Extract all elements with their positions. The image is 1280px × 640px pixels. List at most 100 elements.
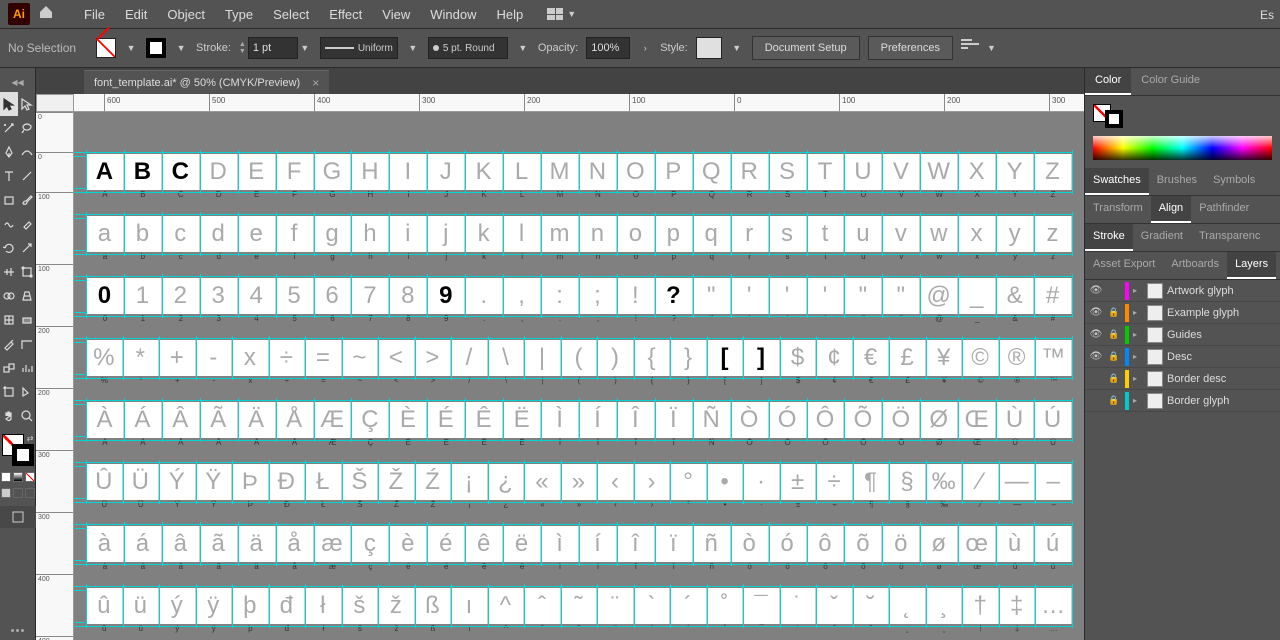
- workspace-switcher[interactable]: Es: [1254, 4, 1280, 26]
- tab-color[interactable]: Color: [1085, 68, 1131, 95]
- layer-row[interactable]: 👁🔒▸Desc: [1085, 346, 1280, 368]
- glyph-cell[interactable]: p: [655, 216, 693, 252]
- glyph-cell[interactable]: ?: [655, 278, 693, 314]
- align-to-icon[interactable]: [961, 39, 979, 57]
- glyph-cell[interactable]: b: [124, 216, 162, 252]
- glyph-cell[interactable]: Ÿ: [196, 464, 233, 500]
- type-tool[interactable]: [0, 164, 18, 188]
- stroke-swatch[interactable]: [146, 38, 166, 58]
- glyph-cell[interactable]: ï: [655, 526, 693, 562]
- glyph-cell[interactable]: e: [238, 216, 276, 252]
- magic-wand-tool[interactable]: [0, 116, 18, 140]
- glyph-cell[interactable]: Ô: [807, 402, 845, 438]
- preferences-button[interactable]: Preferences: [868, 36, 953, 60]
- glyph-cell[interactable]: Å: [276, 402, 314, 438]
- glyph-cell[interactable]: ¿: [488, 464, 525, 500]
- glyph-cell[interactable]: ˚: [707, 588, 744, 624]
- glyph-cell[interactable]: E: [238, 154, 276, 190]
- glyph-cell[interactable]: I: [389, 154, 427, 190]
- glyph-cell[interactable]: .: [465, 278, 503, 314]
- glyph-cell[interactable]: æ: [314, 526, 352, 562]
- glyph-cell[interactable]: ú: [1034, 526, 1072, 562]
- glyph-cell[interactable]: u: [844, 216, 882, 252]
- measure-tool[interactable]: [18, 332, 36, 356]
- chevron-right-icon[interactable]: ▸: [1133, 286, 1143, 295]
- selection-tool[interactable]: [0, 92, 18, 116]
- fill-swatch[interactable]: [96, 38, 116, 58]
- glyph-cell[interactable]: …: [1035, 588, 1072, 624]
- glyph-cell[interactable]: K: [465, 154, 503, 190]
- glyph-cell[interactable]: ˛: [889, 588, 926, 624]
- glyph-cell[interactable]: Þ: [232, 464, 269, 500]
- vertical-ruler[interactable]: 00100100200200300300400400: [36, 112, 74, 640]
- column-graph-tool[interactable]: [18, 356, 36, 380]
- lasso-tool[interactable]: [18, 116, 36, 140]
- visibility-icon[interactable]: 👁: [1089, 307, 1103, 318]
- glyph-cell[interactable]: i: [389, 216, 427, 252]
- glyph-cell[interactable]: â: [162, 526, 200, 562]
- stroke-weight-input[interactable]: [248, 37, 298, 59]
- glyph-cell[interactable]: h: [351, 216, 389, 252]
- line-tool[interactable]: [18, 164, 36, 188]
- glyph-cell[interactable]: ': [769, 278, 807, 314]
- glyph-cell[interactable]: ›: [634, 464, 671, 500]
- glyph-cell[interactable]: M: [541, 154, 579, 190]
- glyph-cell[interactable]: f: [276, 216, 314, 252]
- home-icon[interactable]: [38, 4, 54, 25]
- glyph-cell[interactable]: œ: [958, 526, 996, 562]
- glyph-cell[interactable]: þ: [232, 588, 269, 624]
- glyph-cell[interactable]: ü: [123, 588, 160, 624]
- glyph-cell[interactable]: Ò: [731, 402, 769, 438]
- glyph-cell[interactable]: w: [920, 216, 958, 252]
- glyph-cell[interactable]: Ä: [238, 402, 276, 438]
- glyph-cell[interactable]: À: [86, 402, 124, 438]
- glyph-cell[interactable]: ,: [503, 278, 541, 314]
- glyph-cell[interactable]: 1: [124, 278, 162, 314]
- style-dropdown[interactable]: ▼: [730, 38, 744, 58]
- glyph-cell[interactable]: y: [996, 216, 1034, 252]
- glyph-cell[interactable]: Ú: [1034, 402, 1072, 438]
- glyph-cell[interactable]: ø: [920, 526, 958, 562]
- direct-selection-tool[interactable]: [18, 92, 36, 116]
- glyph-cell[interactable]: @: [920, 278, 958, 314]
- glyph-cell[interactable]: ': [807, 278, 845, 314]
- menu-effect[interactable]: Effect: [319, 3, 372, 26]
- document-tab[interactable]: font_template.ai* @ 50% (CMYK/Preview) ×: [84, 70, 329, 94]
- gradient-mode-icon[interactable]: [13, 472, 23, 482]
- glyph-cell[interactable]: ±: [780, 464, 817, 500]
- glyph-cell[interactable]: ò: [731, 526, 769, 562]
- eyedropper-tool[interactable]: [0, 332, 18, 356]
- glyph-cell[interactable]: ⁄: [962, 464, 999, 500]
- glyph-cell[interactable]: ÷: [269, 340, 306, 376]
- glyph-cell[interactable]: d: [200, 216, 238, 252]
- visibility-icon[interactable]: 👁: [1089, 351, 1103, 362]
- glyph-cell[interactable]: :: [541, 278, 579, 314]
- glyph-cell[interactable]: l: [503, 216, 541, 252]
- glyph-cell[interactable]: <: [378, 340, 415, 376]
- shape-builder-tool[interactable]: [0, 284, 18, 308]
- glyph-cell[interactable]: +: [159, 340, 196, 376]
- glyph-cell[interactable]: N: [579, 154, 617, 190]
- eraser-tool[interactable]: [18, 212, 36, 236]
- glyph-cell[interactable]: ÿ: [196, 588, 233, 624]
- zoom-tool[interactable]: [18, 404, 36, 428]
- glyph-cell[interactable]: È: [389, 402, 427, 438]
- glyph-cell[interactable]: Û: [86, 464, 123, 500]
- glyph-cell[interactable]: ´: [670, 588, 707, 624]
- glyph-cell[interactable]: Y: [996, 154, 1034, 190]
- menu-edit[interactable]: Edit: [115, 3, 157, 26]
- glyph-cell[interactable]: =: [305, 340, 342, 376]
- glyph-cell[interactable]: #: [1034, 278, 1072, 314]
- glyph-cell[interactable]: J: [427, 154, 465, 190]
- rectangle-tool[interactable]: [0, 188, 18, 212]
- glyph-cell[interactable]: €: [853, 340, 890, 376]
- brush-definition[interactable]: 5 pt. Round: [428, 37, 508, 59]
- glyph-cell[interactable]: 6: [314, 278, 352, 314]
- stroke-weight-dropdown[interactable]: ▼: [298, 38, 312, 58]
- glyph-cell[interactable]: C: [162, 154, 200, 190]
- glyph-cell[interactable]: §: [889, 464, 926, 500]
- glyph-cell[interactable]: å: [276, 526, 314, 562]
- glyph-cell[interactable]: Ì: [541, 402, 579, 438]
- visibility-icon[interactable]: 👁: [1089, 285, 1103, 296]
- glyph-cell[interactable]: đ: [269, 588, 306, 624]
